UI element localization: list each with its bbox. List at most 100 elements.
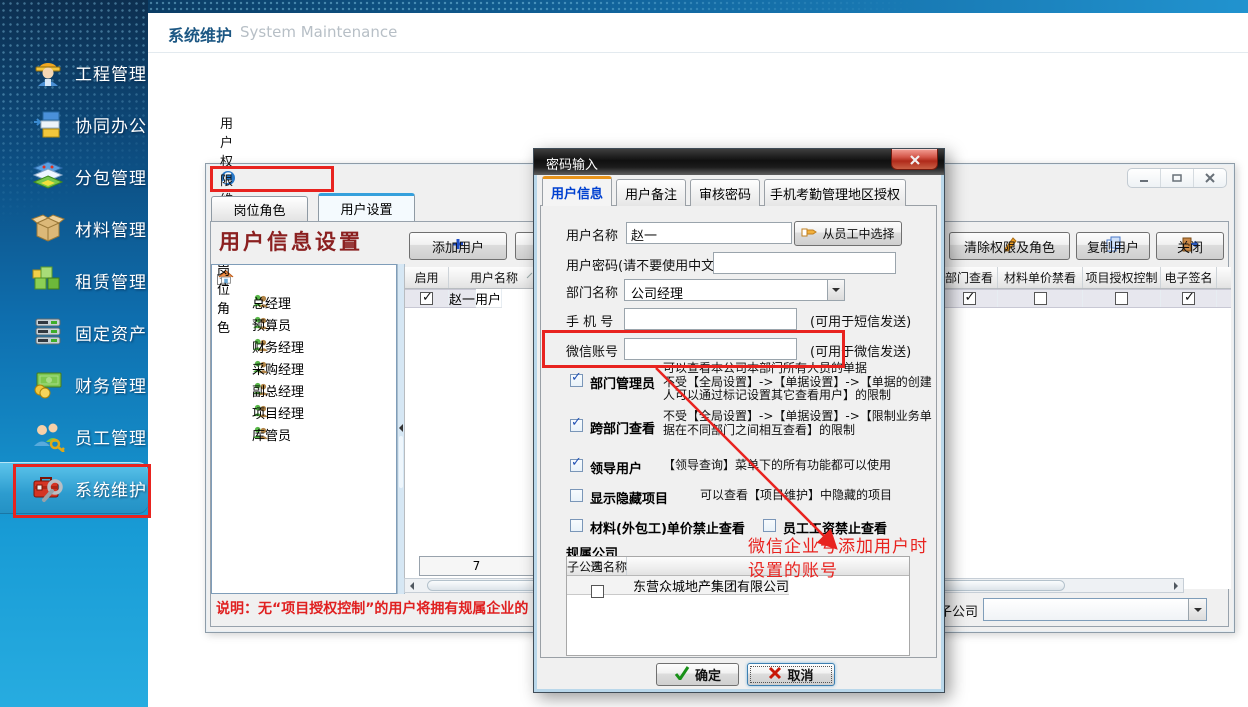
show-hidden-checkbox[interactable]: [570, 489, 583, 502]
sidebar-item-finance[interactable]: 财务管理: [0, 358, 148, 410]
col-esign[interactable]: 电子签名: [1161, 267, 1217, 288]
tree-node-role[interactable]: 采购经理: [212, 357, 396, 379]
scroll-left-button[interactable]: [405, 579, 419, 592]
tree-node-label: 财务经理: [252, 337, 304, 356]
table-row[interactable]: 赵一: [405, 289, 476, 308]
clear-permissions-button[interactable]: 清除权限及角色: [949, 232, 1070, 260]
ok-button[interactable]: 确定: [656, 663, 739, 686]
dialog-titlebar[interactable]: 密码输入: [534, 149, 944, 175]
option-material-price-ban[interactable]: 材料(外包工)单价禁止查看: [570, 518, 745, 537]
tree-node-label: 副总经理: [252, 381, 304, 400]
subcompany-dropdown[interactable]: [983, 598, 1207, 621]
sidebar-item-material[interactable]: 材料管理: [0, 202, 148, 254]
flag-cell: [1083, 290, 1161, 307]
username-input[interactable]: 赵一: [626, 222, 792, 244]
company-table-header: 选 子公司名称: [567, 557, 909, 576]
dialog-close-button[interactable]: [891, 149, 938, 170]
tree-node-role[interactable]: 预算员: [212, 313, 396, 335]
tree-node-role[interactable]: 总经理: [212, 291, 396, 313]
pick-employee-button[interactable]: 从员工中选择: [794, 221, 902, 246]
password-label: 用户密码(请不要使用中文): [566, 255, 719, 274]
department-dropdown[interactable]: 公司经理: [624, 279, 845, 301]
leader-user-checkbox[interactable]: [570, 459, 583, 472]
subcontract-icon: [30, 159, 66, 193]
sidebar-item-subcontract[interactable]: 分包管理: [0, 150, 148, 202]
option-cross-dept[interactable]: 跨部门查看: [570, 418, 655, 437]
tree-root-all-roles[interactable]: − 全部岗位角色: [217, 270, 228, 288]
table-row[interactable]: [941, 289, 1231, 308]
col-material-price[interactable]: 材料单价禁看: [998, 267, 1083, 288]
flag-checkbox[interactable]: [1034, 292, 1047, 305]
scroll-right-button[interactable]: [1169, 579, 1183, 592]
enabled-checkbox[interactable]: [420, 292, 433, 305]
dropdown-arrow-icon[interactable]: [1188, 599, 1206, 620]
minimize-button[interactable]: [1128, 169, 1160, 187]
option-dept-admin[interactable]: 部门管理员: [570, 373, 655, 392]
restore-button[interactable]: [1160, 169, 1193, 187]
add-user-button[interactable]: 添加用户: [409, 232, 507, 260]
flag-checkbox[interactable]: [1182, 292, 1195, 305]
col-username[interactable]: 用户名称: [449, 267, 540, 288]
username-cell: 赵一: [449, 290, 476, 307]
sidebar-item-office[interactable]: 协同办公: [0, 98, 148, 150]
sidebar-item-label: 员工管理: [75, 424, 147, 449]
sidebar-item-label: 租赁管理: [75, 268, 147, 293]
close-button[interactable]: 关闭: [1156, 232, 1224, 260]
copy-user-button[interactable]: 复制用户: [1076, 232, 1150, 260]
right-table-header: 部门查看 材料单价禁看 项目授权控制 电子签名: [941, 267, 1231, 289]
company-checkbox[interactable]: [591, 585, 604, 598]
finance-icon: [30, 367, 66, 401]
sidebar-item-maintenance[interactable]: 系统维护: [0, 462, 148, 514]
col-overflow: [1217, 267, 1231, 288]
tab-roles[interactable]: 岗位角色: [211, 196, 308, 221]
col-dept-view[interactable]: 部门查看: [941, 267, 998, 288]
dept-admin-checkbox[interactable]: [570, 374, 583, 387]
col-project-auth[interactable]: 项目授权控制: [1083, 267, 1161, 288]
option-salary-ban[interactable]: 员工工资禁止查看: [763, 518, 887, 537]
tree-node-role[interactable]: 库管员: [212, 423, 396, 445]
user-table-header: 启用 用户名称: [405, 267, 540, 289]
tree-node-label: 预算员: [252, 315, 291, 334]
dialog-tab-1[interactable]: 用户备注: [616, 179, 686, 206]
company-row[interactable]: 东营众城地产集团有限公司: [567, 576, 789, 595]
company-table: 选 子公司名称 第一分公司山东金辰建设有限公司东营众城地产集团有限公司: [566, 556, 910, 656]
sidebar-item-project[interactable]: 工程管理: [0, 46, 148, 98]
tab-user-settings[interactable]: 用户设置: [318, 193, 415, 221]
password-input[interactable]: [713, 252, 896, 274]
tree-node-role[interactable]: 副总经理: [212, 379, 396, 401]
option-show-hidden[interactable]: 显示隐藏项目: [570, 488, 668, 507]
tree-node-role[interactable]: 财务经理: [212, 335, 396, 357]
dialog-tab-2[interactable]: 审核密码: [690, 179, 760, 206]
splitter-handle[interactable]: [399, 436, 403, 488]
x-icon: [768, 666, 782, 684]
cancel-button[interactable]: 取消: [747, 663, 835, 686]
mobile-input[interactable]: [624, 308, 797, 330]
mobile-label: 手 机 号: [566, 311, 624, 330]
flag-cell: [998, 290, 1083, 307]
salary-ban-checkbox[interactable]: [763, 519, 776, 532]
sidebar-item-employee[interactable]: 员工管理: [0, 410, 148, 462]
close-window-button[interactable]: [1193, 169, 1226, 187]
dialog-tab-0[interactable]: 用户信息: [542, 176, 612, 206]
material-price-checkbox[interactable]: [570, 519, 583, 532]
page-title: 系统维护: [168, 22, 232, 46]
tree-node-role[interactable]: 项目经理: [212, 401, 396, 423]
maintenance-icon: [30, 471, 66, 505]
flag-checkbox[interactable]: [963, 292, 976, 305]
col-enabled[interactable]: 启用: [405, 267, 449, 288]
sidebar-item-assets[interactable]: 固定资产: [0, 306, 148, 358]
password-input-dialog: 密码输入 用户信息用户备注审核密码手机考勤管理地区授权 用户名称 赵一 从员工中…: [533, 148, 945, 693]
sidebar-item-rental[interactable]: 租赁管理: [0, 254, 148, 306]
flag-checkbox[interactable]: [1115, 292, 1128, 305]
dept-admin-note: 可以查看本公司本部门所有人员的单据 不受【全局设置】->【单据设置】->【单据的…: [663, 362, 941, 403]
dropdown-arrow-icon[interactable]: [827, 280, 844, 300]
wechat-label: 微信账号: [566, 341, 618, 360]
wechat-input[interactable]: [624, 338, 797, 360]
sidebar-item-label: 材料管理: [75, 216, 147, 241]
user-table-left: 启用 用户名称 超级用户刘欣张冬赵二赵三赵四赵一: [404, 267, 540, 589]
close-icon: [909, 150, 921, 169]
option-leader-user[interactable]: 领导用户: [570, 458, 642, 477]
dialog-tab-3[interactable]: 手机考勤管理地区授权: [764, 179, 906, 206]
cross-dept-checkbox[interactable]: [570, 419, 583, 432]
assets-icon: [30, 315, 66, 349]
